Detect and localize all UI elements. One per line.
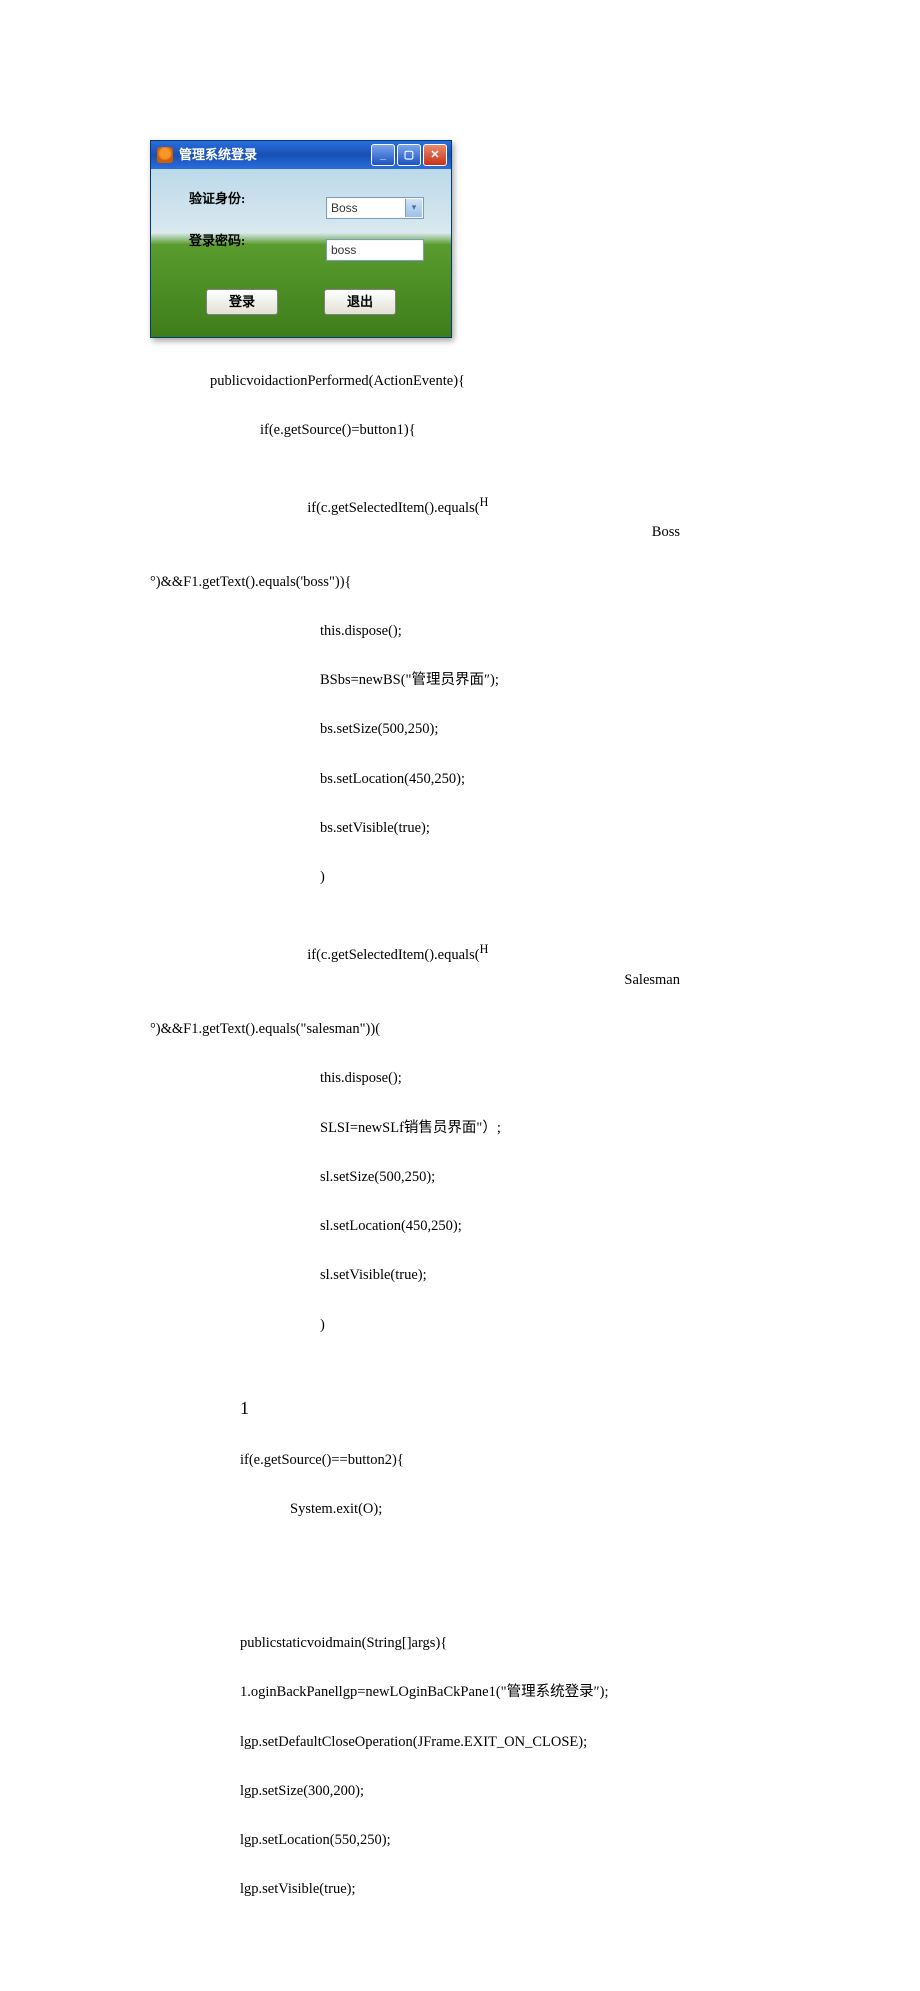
code-seg: if(c.getSelectedItem().equals( — [307, 947, 479, 963]
code-line: °)&&F1.getText().equals("salesman"))( — [150, 1017, 780, 1042]
code-line: this.dispose(); — [150, 1066, 780, 1091]
java-icon — [157, 147, 173, 163]
titlebar: 管理系统登录 _ ▢ ✕ — [151, 141, 451, 169]
exit-button[interactable]: 退出 — [324, 289, 396, 315]
code-line: System.exit(O); — [150, 1497, 780, 1522]
password-label: 登录密码: — [189, 230, 245, 252]
password-input[interactable]: boss — [326, 239, 424, 261]
window-title: 管理系统登录 — [179, 144, 257, 166]
code-seg: if(c.getSelectedItem().equals( — [307, 500, 479, 516]
code-line: SLSI=newSLf销售员界面"）; — [150, 1116, 780, 1141]
code-right-boss: Boss — [652, 520, 680, 545]
code-line: 1.oginBackPanellgp=newLOginBaCkPane1("管理… — [150, 1680, 780, 1705]
code-line: sl.setVisible(true); — [150, 1263, 780, 1288]
code-line: ) — [150, 1313, 780, 1338]
minimize-button[interactable]: _ — [371, 144, 395, 166]
code-line: ) — [150, 865, 780, 890]
code-sup: H — [480, 495, 489, 509]
login-window: 管理系统登录 _ ▢ ✕ 验证身份: Boss ▾ 登录密码: boss — [150, 140, 452, 338]
code-line: lgp.setVisible(true); — [150, 1877, 780, 1902]
code-line: 1 — [150, 1393, 780, 1424]
identity-dropdown[interactable]: Boss ▾ — [326, 197, 424, 219]
identity-value: Boss — [331, 198, 358, 218]
code-line: if(c.getSelectedItem().equals(H Boss — [150, 467, 780, 545]
code-line: bs.setLocation(450,250); — [150, 767, 780, 792]
code-right-salesman: Salesman — [624, 968, 680, 993]
code-line: lgp.setLocation(550,250); — [150, 1828, 780, 1853]
code-line: publicvoidactionPerformed(ActionEvente){ — [150, 369, 780, 394]
code-line: publicstaticvoidmain(String[]args){ — [150, 1631, 780, 1656]
button-row: 登录 退出 — [151, 289, 451, 315]
code-line: if(c.getSelectedItem().equals(H Salesman — [150, 915, 780, 993]
code-sup: H — [480, 942, 489, 956]
client-area: 验证身份: Boss ▾ 登录密码: boss 登录 退出 — [151, 169, 451, 337]
code-line: if(e.getSource()=button1){ — [150, 418, 780, 443]
close-button[interactable]: ✕ — [423, 144, 447, 166]
password-value: boss — [331, 240, 356, 260]
code-line: BSbs=newBS("管理员界面″); — [150, 668, 780, 693]
login-button[interactable]: 登录 — [206, 289, 278, 315]
chevron-down-icon[interactable]: ▾ — [405, 199, 422, 217]
code-line: °)&&F1.getText().equals('boss")){ — [150, 570, 780, 595]
code-block: publicvoidactionPerformed(ActionEvente){… — [150, 344, 780, 1951]
code-line: lgp.setSize(300,200); — [150, 1779, 780, 1804]
maximize-button[interactable]: ▢ — [397, 144, 421, 166]
code-line: if(e.getSource()==button2){ — [150, 1448, 780, 1473]
code-line: this.dispose(); — [150, 619, 780, 644]
code-line: sl.setSize(500,250); — [150, 1165, 780, 1190]
code-line: lgp.setDefaultCloseOperation(JFrame.EXIT… — [150, 1730, 780, 1755]
identity-label: 验证身份: — [189, 188, 245, 210]
window-buttons: _ ▢ ✕ — [371, 144, 447, 166]
code-line: sl.setLocation(450,250); — [150, 1214, 780, 1239]
code-line: bs.setSize(500,250); — [150, 717, 780, 742]
code-line: bs.setVisible(true); — [150, 816, 780, 841]
